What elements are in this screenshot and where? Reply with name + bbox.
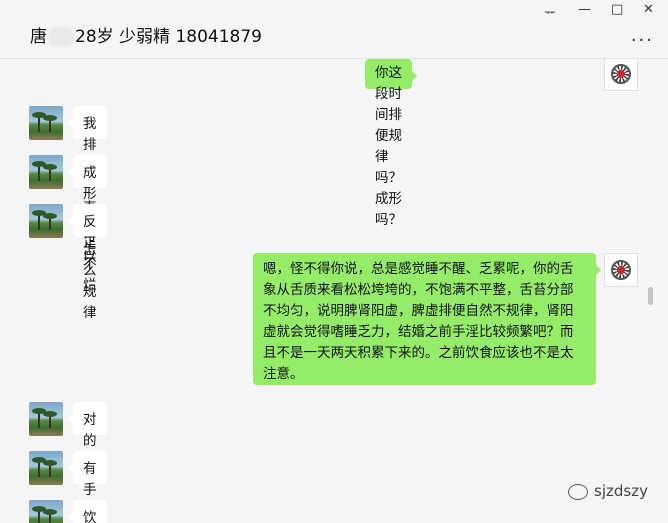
patient-avatar[interactable] [29, 451, 63, 485]
patient-avatar[interactable] [29, 106, 63, 140]
logo-icon [611, 64, 631, 84]
patient-avatar[interactable] [29, 155, 63, 189]
patient-avatar[interactable] [29, 402, 63, 436]
contact-name-suffix: 28岁 少弱精 18041879 [75, 27, 262, 47]
maximize-button[interactable]: □ [611, 2, 623, 17]
doctor-avatar[interactable] [604, 59, 638, 91]
message-bubble[interactable]: 嗯，怪不得你说，总是感觉睡不醒、乏累呢，你的舌象从舌质来看松松垮垮的，不饱满不平… [253, 253, 601, 385]
message-bubble[interactable]: 对的 [68, 402, 107, 449]
contact-name-prefix: 唐 [30, 27, 47, 47]
logo-icon [611, 260, 631, 280]
patient-avatar[interactable] [29, 204, 63, 238]
scrollbar-thumb[interactable] [648, 287, 653, 305]
more-options-button[interactable]: ... [631, 25, 654, 46]
wechat-logo-icon [568, 483, 589, 500]
pin-button[interactable]: ᅲ [544, 2, 556, 21]
chat-header: 唐 28岁 少弱精 18041879 ᅲ — □ ✕ ... [0, 0, 668, 59]
watermark: sjzdszy [568, 482, 648, 500]
doctor-avatar[interactable] [604, 253, 638, 287]
chat-title: 唐 28岁 少弱精 18041879 [30, 22, 262, 47]
blurred-name [48, 27, 74, 47]
message-list[interactable]: 你这段时间排便规律吗？成形吗？ 我排便一直不怎么规律 成形还可以 反正不烂 嗯，… [0, 59, 656, 523]
message-bubble[interactable]: 你这段时间排便规律吗？成形吗？ [365, 59, 417, 228]
minimize-button[interactable]: — [578, 2, 591, 17]
close-button[interactable]: ✕ [643, 2, 654, 17]
message-bubble[interactable]: 我排便一直不怎么规律 [68, 106, 107, 321]
patient-avatar[interactable] [29, 500, 63, 523]
message-bubble[interactable]: 成形还可以 [68, 155, 107, 265]
message-bubble[interactable]: 反正不烂 [68, 204, 107, 293]
watermark-text: sjzdszy [594, 482, 648, 500]
message-bubble[interactable]: 有手淫 [68, 451, 107, 519]
message-bubble[interactable]: 饮食以前也没怎么注意 [68, 500, 107, 523]
